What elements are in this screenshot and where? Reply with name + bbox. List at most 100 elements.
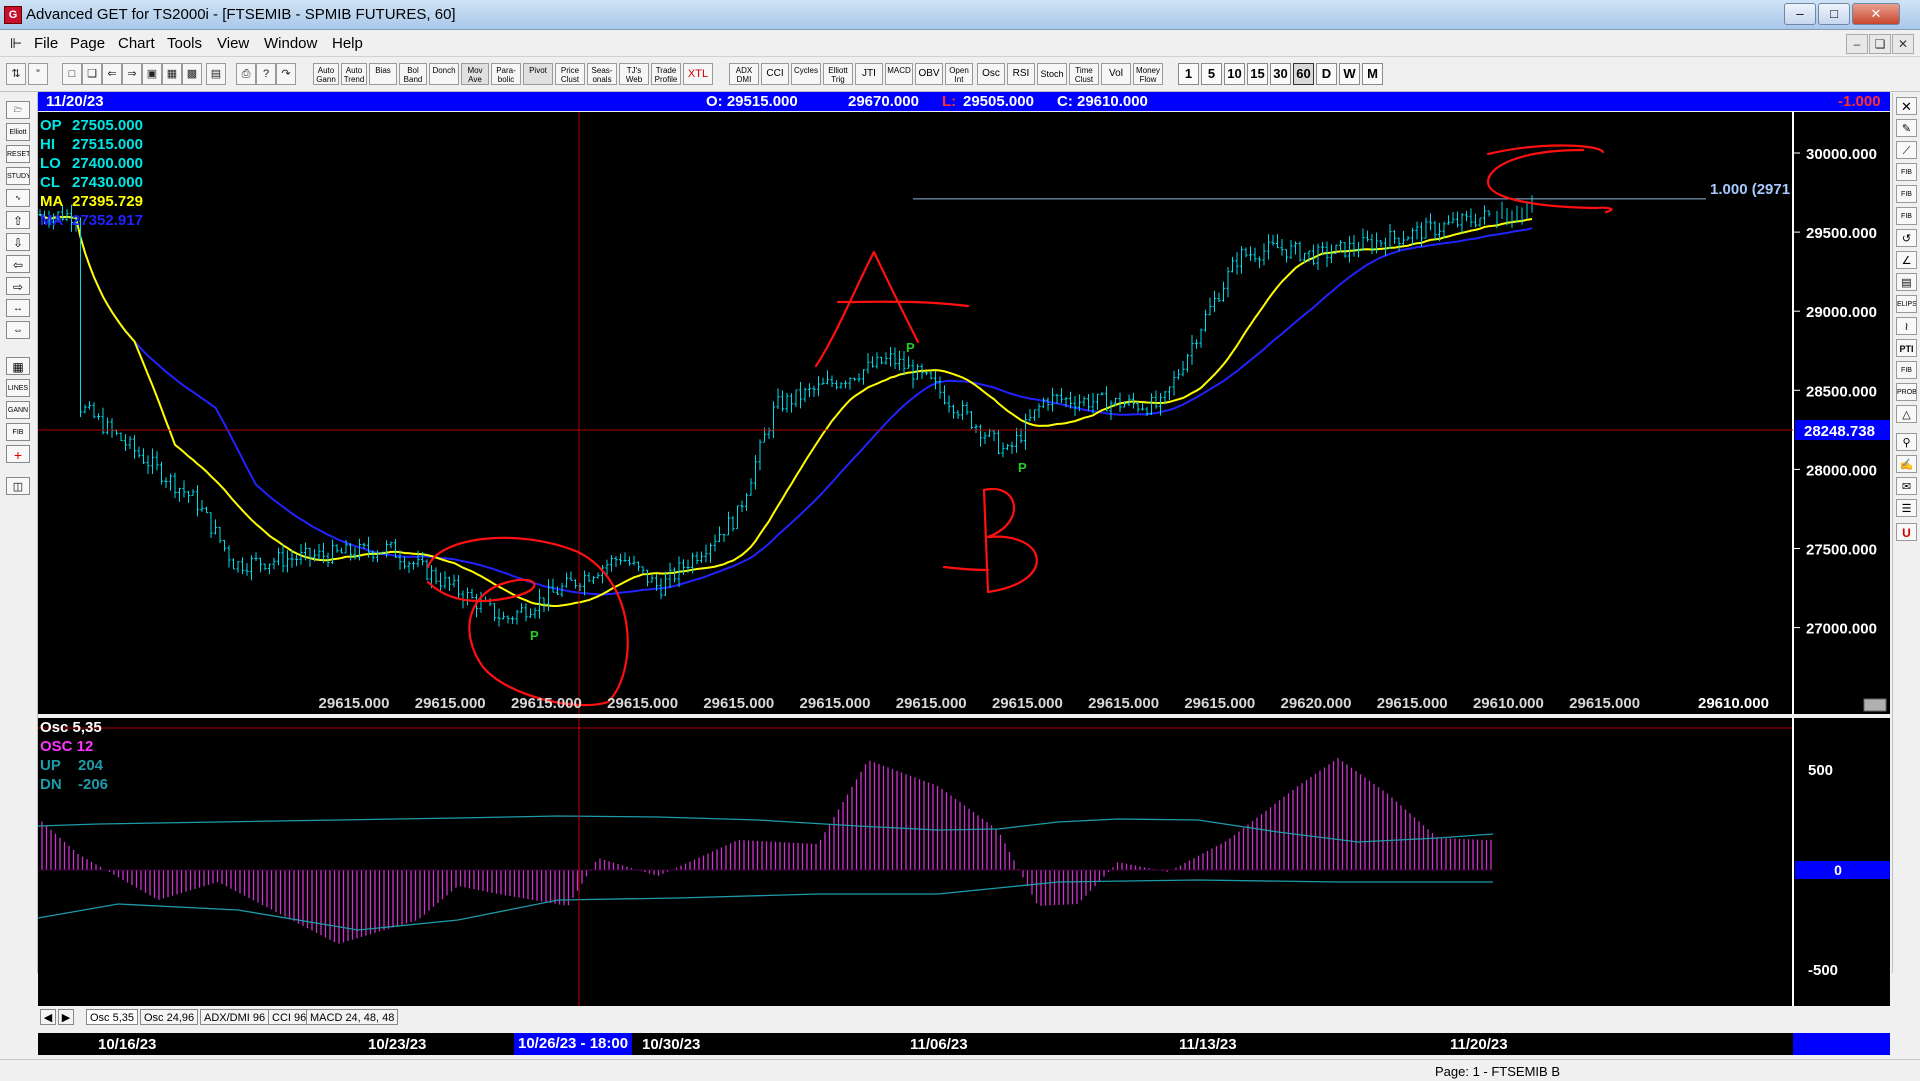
timeframe-60[interactable]: 60 <box>1293 63 1314 85</box>
tool-pti[interactable]: PTI <box>1896 339 1917 357</box>
compress-icon[interactable]: ⇔ <box>6 321 30 339</box>
study-stoch[interactable]: Stoch <box>1037 63 1067 85</box>
open-folder-icon[interactable]: 🗁 <box>6 101 30 119</box>
arrow-right-icon[interactable]: ⇨ <box>6 277 30 295</box>
tool-reset[interactable]: RESET <box>6 145 30 163</box>
menu-doc-icon[interactable]: ⊩ <box>10 35 22 52</box>
scale-icon[interactable] <box>1863 698 1887 712</box>
study-donch[interactable]: Donch <box>429 63 459 85</box>
save-icon[interactable]: ◫ <box>6 477 30 495</box>
layout-icon[interactable]: ▤ <box>206 63 226 85</box>
grid-icon[interactable]: ▦ <box>6 357 30 375</box>
study-obv[interactable]: OBV <box>915 63 943 85</box>
cascade-icon[interactable]: ▩ <box>182 63 202 85</box>
study-bias[interactable]: Bias <box>369 63 397 85</box>
mdi-minimize-button[interactable]: – <box>1846 34 1868 54</box>
study-mov-ave[interactable]: Mov Ave <box>461 63 489 85</box>
study-xtl[interactable]: XTL <box>683 63 713 85</box>
menu-page[interactable]: Page <box>70 35 105 52</box>
oscillator-chart[interactable]: 500 0 -500 Osc 5,35 OSC 12 UP 204 DN -206 <box>38 718 1890 1006</box>
window-icon[interactable]: ▣ <box>142 63 162 85</box>
tool-elliott[interactable]: Elliott <box>6 123 30 141</box>
trendline-icon[interactable]: ⟋ <box>1896 141 1917 159</box>
expand-icon[interactable]: ↔ <box>6 299 30 317</box>
tool-fib[interactable]: FIB <box>6 423 30 441</box>
print-icon[interactable]: ⎙ <box>236 63 256 85</box>
tool-fib-grid[interactable]: FIB <box>1896 361 1917 379</box>
mdi-close-button[interactable]: ✕ <box>1892 34 1914 54</box>
brush-icon[interactable]: ✍ <box>1896 455 1917 473</box>
forward-icon[interactable]: ⇒ <box>122 63 142 85</box>
timeframe-m[interactable]: M <box>1362 63 1383 85</box>
study-bol-band[interactable]: Bol Band <box>399 63 427 85</box>
close-button[interactable]: ✕ <box>1852 3 1900 25</box>
study-auto-trend[interactable]: Auto Trend <box>341 63 367 85</box>
timeframe-1[interactable]: 1 <box>1178 63 1199 85</box>
study-osc[interactable]: Osc <box>977 63 1005 85</box>
tool-elips[interactable]: ELIPS <box>1896 295 1917 313</box>
delete-x-icon[interactable]: ✕ <box>1896 97 1917 115</box>
study-price-clust[interactable]: Price Clust <box>555 63 585 85</box>
arrow-left-icon[interactable]: ⇦ <box>6 255 30 273</box>
timeframe-5[interactable]: 5 <box>1201 63 1222 85</box>
tool-fib-ext[interactable]: FIB EXT <box>1896 185 1917 203</box>
channel-icon[interactable]: ▤ <box>1896 273 1917 291</box>
menu-view[interactable]: View <box>217 35 249 52</box>
timeframe-30[interactable]: 30 <box>1270 63 1291 85</box>
study-elliott-trig[interactable]: Elliott Trig <box>823 63 853 85</box>
study-parabolic[interactable]: Para-bolic <box>491 63 521 85</box>
minimize-button[interactable]: – <box>1784 3 1816 25</box>
study-cci[interactable]: CCI <box>761 63 789 85</box>
tab-macd[interactable]: MACD 24, 48, 48 <box>306 1009 399 1025</box>
triangle-icon[interactable]: △ <box>1896 405 1917 423</box>
help-icon[interactable]: ? <box>256 63 276 85</box>
study-trade-profile[interactable]: Trade Profile <box>651 63 681 85</box>
arrow-down-icon[interactable]: ⇩ <box>6 233 30 251</box>
study-seasonals[interactable]: Seas-onals <box>587 63 617 85</box>
study-pivot[interactable]: Pivot <box>523 63 553 85</box>
tool-gann[interactable]: GANN <box>6 401 30 419</box>
study-open-int[interactable]: Open Int <box>945 63 973 85</box>
menu-window[interactable]: Window <box>264 35 317 52</box>
tool-study[interactable]: STUDY <box>6 167 30 185</box>
quote-icon[interactable]: ” <box>28 63 48 85</box>
menu-tools[interactable]: Tools <box>167 35 202 52</box>
note-icon[interactable]: ✉ <box>1896 477 1917 495</box>
menu-help[interactable]: Help <box>332 35 363 52</box>
back-icon[interactable]: ⇐ <box>102 63 122 85</box>
new-page-icon[interactable]: □ <box>62 63 82 85</box>
tab-osc-5-35[interactable]: Osc 5,35 <box>86 1009 139 1025</box>
study-money-flow[interactable]: Money Flow <box>1133 63 1163 85</box>
zigzag-icon[interactable]: ≀ <box>1896 317 1917 335</box>
study-time-clust[interactable]: Time Clust <box>1069 63 1099 85</box>
context-help-icon[interactable]: ↷ <box>276 63 296 85</box>
timeframe-w[interactable]: W <box>1339 63 1360 85</box>
mdi-restore-button[interactable]: ❏ <box>1869 34 1891 54</box>
maximize-button[interactable]: □ <box>1818 3 1850 25</box>
study-macd[interactable]: MACD <box>885 63 913 85</box>
tool-u[interactable]: U <box>1896 523 1917 541</box>
timeframe-15[interactable]: 15 <box>1247 63 1268 85</box>
zoom-icon[interactable]: ⚲ <box>1896 433 1917 451</box>
crosshair-icon[interactable]: + <box>6 445 30 463</box>
menu-chart[interactable]: Chart <box>118 35 155 52</box>
tool-prob[interactable]: PROB <box>1896 383 1917 401</box>
study-auto-gann[interactable]: Auto Gann <box>313 63 339 85</box>
pencil-icon[interactable]: ✎ <box>1896 119 1917 137</box>
tool-lines[interactable]: LINES <box>6 379 30 397</box>
timeframe-d[interactable]: D <box>1316 63 1337 85</box>
study-tjs-web[interactable]: TJ's Web <box>619 63 649 85</box>
tab-scroll-right[interactable]: ▶ <box>58 1009 74 1025</box>
list-icon[interactable]: ☰ <box>1896 499 1917 517</box>
price-chart[interactable]: 30000.000 29500.000 29000.000 28500.000 2800… <box>38 112 1890 714</box>
tile-icon[interactable]: ▦ <box>162 63 182 85</box>
study-rsi[interactable]: RSI <box>1007 63 1035 85</box>
tab-scroll-left[interactable]: ◀ <box>40 1009 56 1025</box>
tab-adx-dmi[interactable]: ADX/DMI 96 <box>200 1009 270 1025</box>
arrow-up-icon[interactable]: ⇧ <box>6 211 30 229</box>
tab-osc-24-96[interactable]: Osc 24,96 <box>140 1009 199 1025</box>
spiral-icon[interactable]: ↺ <box>1896 229 1917 247</box>
tab-cci[interactable]: CCI 96 <box>268 1009 311 1025</box>
tool-fib-time[interactable]: FIB TIME <box>1896 207 1917 225</box>
study-jti[interactable]: JTI <box>855 63 883 85</box>
